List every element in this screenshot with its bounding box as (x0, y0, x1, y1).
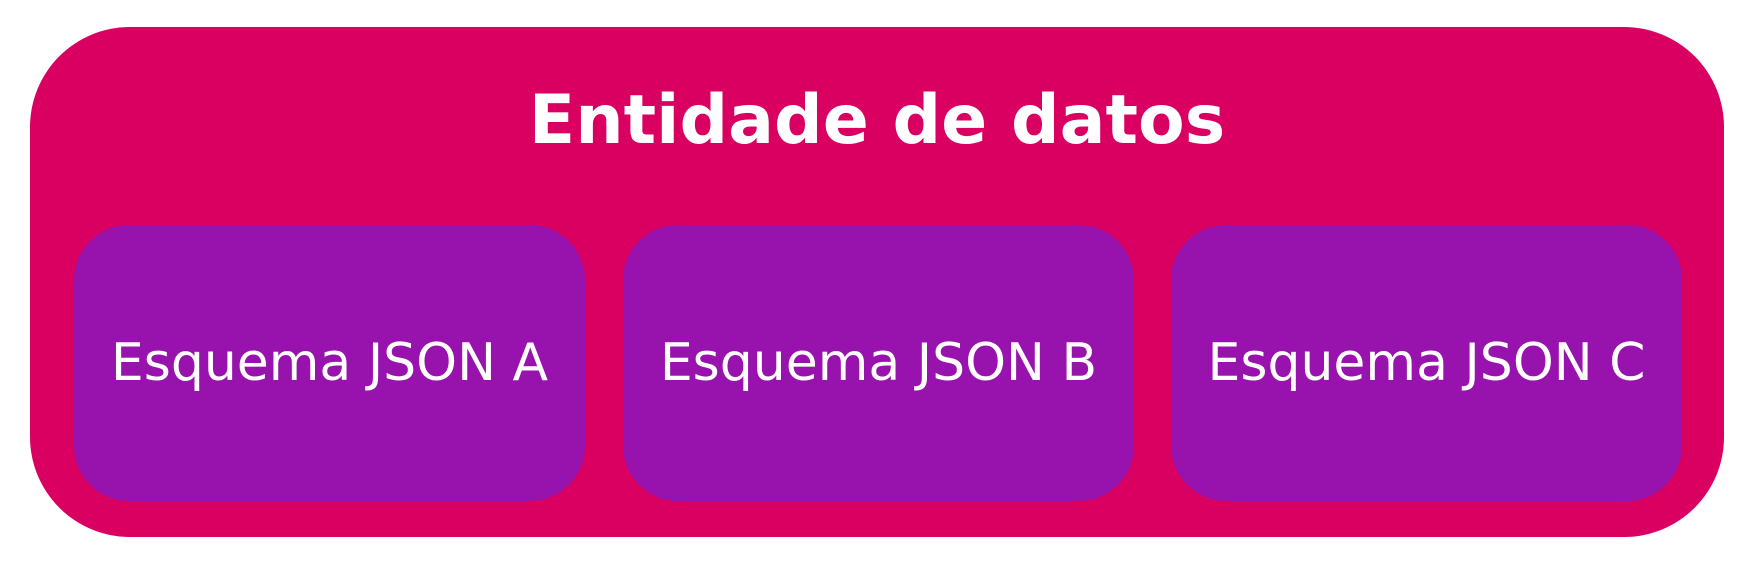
json-schema-b-box: Esquema JSON B (623, 225, 1134, 501)
json-schema-a-box: Esquema JSON A (74, 225, 585, 501)
json-schema-c-box: Esquema JSON C (1171, 225, 1682, 501)
json-schema-c-label: Esquema JSON C (1207, 333, 1646, 393)
json-schema-b-label: Esquema JSON B (659, 333, 1098, 393)
data-entity-title: Entidade de datos (528, 81, 1226, 160)
json-schema-a-label: Esquema JSON A (110, 333, 549, 393)
data-entity-container: Entidade de datos Esquema JSON A Esquema… (30, 27, 1724, 537)
